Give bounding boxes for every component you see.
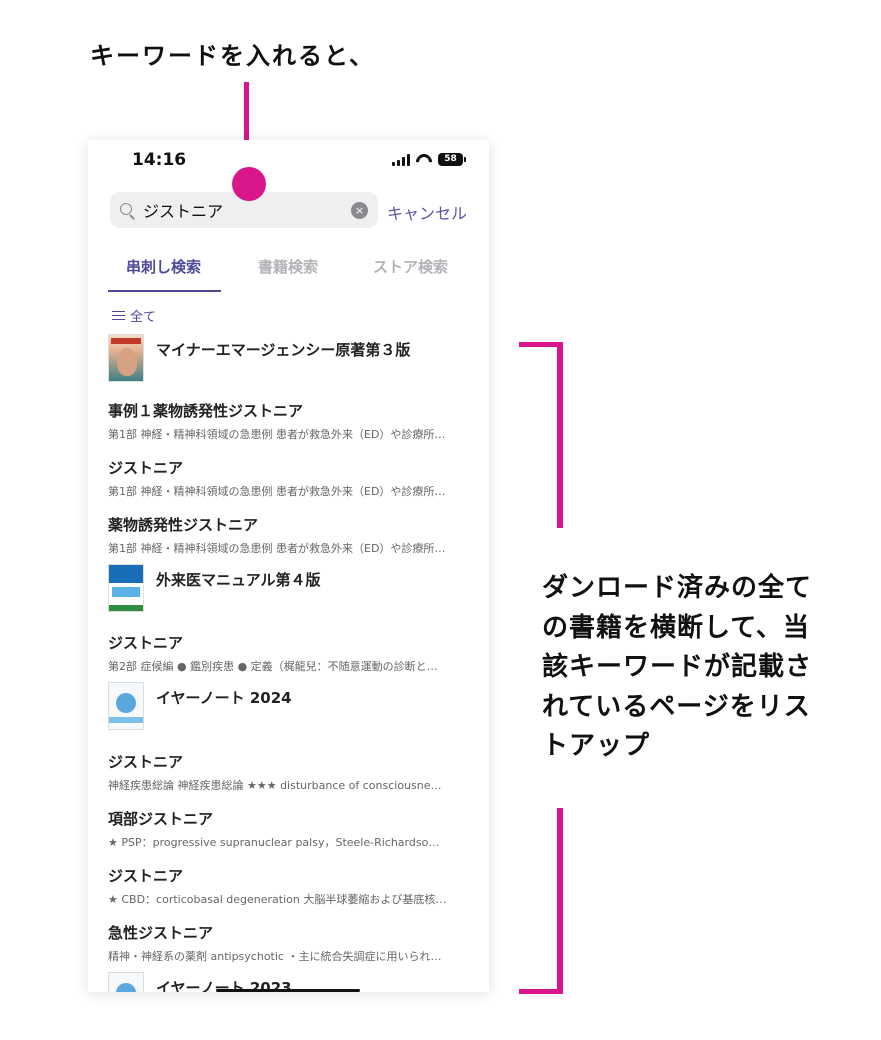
search-input[interactable] <box>143 200 351 220</box>
result-title: 項部ジストニア <box>108 810 214 828</box>
search-icon <box>120 202 135 218</box>
bracket-bottom-cap <box>519 989 563 994</box>
result-title: ジストニア <box>108 753 184 771</box>
result-item[interactable]: ジストニア 第1部 神経・精神科領域の急患例 患者が救急外来（ED）や診療所… <box>108 457 470 499</box>
tab-cross-search[interactable]: 串刺し検索 <box>126 256 201 277</box>
book-cover-image <box>108 972 144 992</box>
book-cover-image <box>108 682 144 730</box>
callout-description: ダンロード済みの全て の書籍を横断して、当 該キーワードが記載さ れているページ… <box>542 569 862 767</box>
result-title: 急性ジストニア <box>108 924 214 942</box>
result-snippet: 第1部 神経・精神科領域の急患例 患者が救急外来（ED）や診療所… <box>108 485 446 498</box>
callout-line: トアップ <box>542 731 651 761</box>
callout-heading: キーワードを入れると、 <box>90 42 376 70</box>
result-snippet: 第2部 症候編 ● 鑑別疾患 ● 定義（梶龍兒：不随意運動の診断と… <box>108 660 438 673</box>
result-title: ジストニア <box>108 634 184 652</box>
book-cover-image <box>108 564 144 612</box>
signal-icon <box>392 153 410 166</box>
filter-sliders-icon <box>112 310 125 322</box>
result-item[interactable]: ジストニア 神経疾患総論 神経疾患総論 ★★★ disturbance of c… <box>108 751 470 793</box>
result-snippet: 神経疾患総論 神経疾患総論 ★★★ disturbance of conscio… <box>108 779 442 792</box>
status-icons: 58 <box>392 153 466 166</box>
result-title: 事例１薬物誘発性ジストニア <box>108 402 304 420</box>
filter-label: 全て <box>130 310 157 325</box>
bracket-bottom-line <box>557 808 563 994</box>
result-item[interactable]: ジストニア ★ CBD：corticobasal degeneration 大脳… <box>108 865 470 907</box>
bracket-top-line <box>557 342 563 528</box>
result-snippet: 第1部 神経・精神科領域の急患例 患者が救急外来（ED）や診療所… <box>108 542 446 555</box>
book-cover-image <box>108 334 144 382</box>
book-title: マイナーエマージェンシー原著第３版 <box>156 341 411 359</box>
result-title: ジストニア <box>108 459 184 477</box>
phone-screen: 14:16 58 × キャンセル 串刺し検索 書籍検索 ストア検索 全て マイナ… <box>88 140 489 992</box>
book-header[interactable]: マイナーエマージェンシー原著第３版 <box>108 334 410 382</box>
filter-button[interactable]: 全て <box>112 306 156 325</box>
callout-pointer-dot <box>232 167 266 201</box>
tab-bar: 串刺し検索 書籍検索 ストア検索 <box>88 246 489 294</box>
result-snippet: ★ PSP：progressive supranuclear palsy，Ste… <box>108 836 440 849</box>
tab-store-search[interactable]: ストア検索 <box>373 256 448 277</box>
result-title: ジストニア <box>108 867 184 885</box>
callout-line: れているページをリス <box>542 691 811 722</box>
result-item[interactable]: 事例１薬物誘発性ジストニア 第1部 神経・精神科領域の急患例 患者が救急外来（E… <box>108 400 470 442</box>
result-snippet: ★ CBD：corticobasal degeneration 大脳半球萎縮およ… <box>108 893 447 906</box>
callout-line: 該キーワードが記載さ <box>542 652 813 682</box>
callout-line: の書籍を横断して、当 <box>542 612 810 643</box>
book-title: イヤーノート 2024 <box>156 689 292 707</box>
result-item[interactable]: 急性ジストニア 精神・神経系の薬剤 antipsychotic ・主に統合失調症… <box>108 922 470 964</box>
result-title: 薬物誘発性ジストニア <box>108 516 259 534</box>
battery-icon: 58 <box>438 153 466 166</box>
clear-icon[interactable]: × <box>351 201 368 219</box>
book-title: 外来医マニュアル第４版 <box>156 571 321 589</box>
tab-book-search[interactable]: 書籍検索 <box>258 256 318 277</box>
book-header[interactable]: 外来医マニュアル第４版 <box>108 564 321 612</box>
result-item[interactable]: 薬物誘発性ジストニア 第1部 神経・精神科領域の急患例 患者が救急外来（ED）や… <box>108 514 470 556</box>
callout-line: ダンロード済みの全て <box>542 573 813 603</box>
status-time: 14:16 <box>132 150 187 170</box>
book-header[interactable]: イヤーノート 2024 <box>108 682 292 730</box>
home-indicator <box>216 989 360 992</box>
active-tab-indicator <box>108 290 221 292</box>
result-item[interactable]: 項部ジストニア ★ PSP：progressive supranuclear p… <box>108 808 470 850</box>
result-snippet: 第1部 神経・精神科領域の急患例 患者が救急外来（ED）や診療所… <box>108 428 446 441</box>
wifi-icon <box>416 153 432 166</box>
result-snippet: 精神・神経系の薬剤 antipsychotic ・主に統合失調症に用いられ… <box>108 950 442 963</box>
cancel-button[interactable]: キャンセル <box>387 200 467 224</box>
result-item[interactable]: ジストニア 第2部 症候編 ● 鑑別疾患 ● 定義（梶龍兒：不随意運動の診断と… <box>108 632 470 674</box>
